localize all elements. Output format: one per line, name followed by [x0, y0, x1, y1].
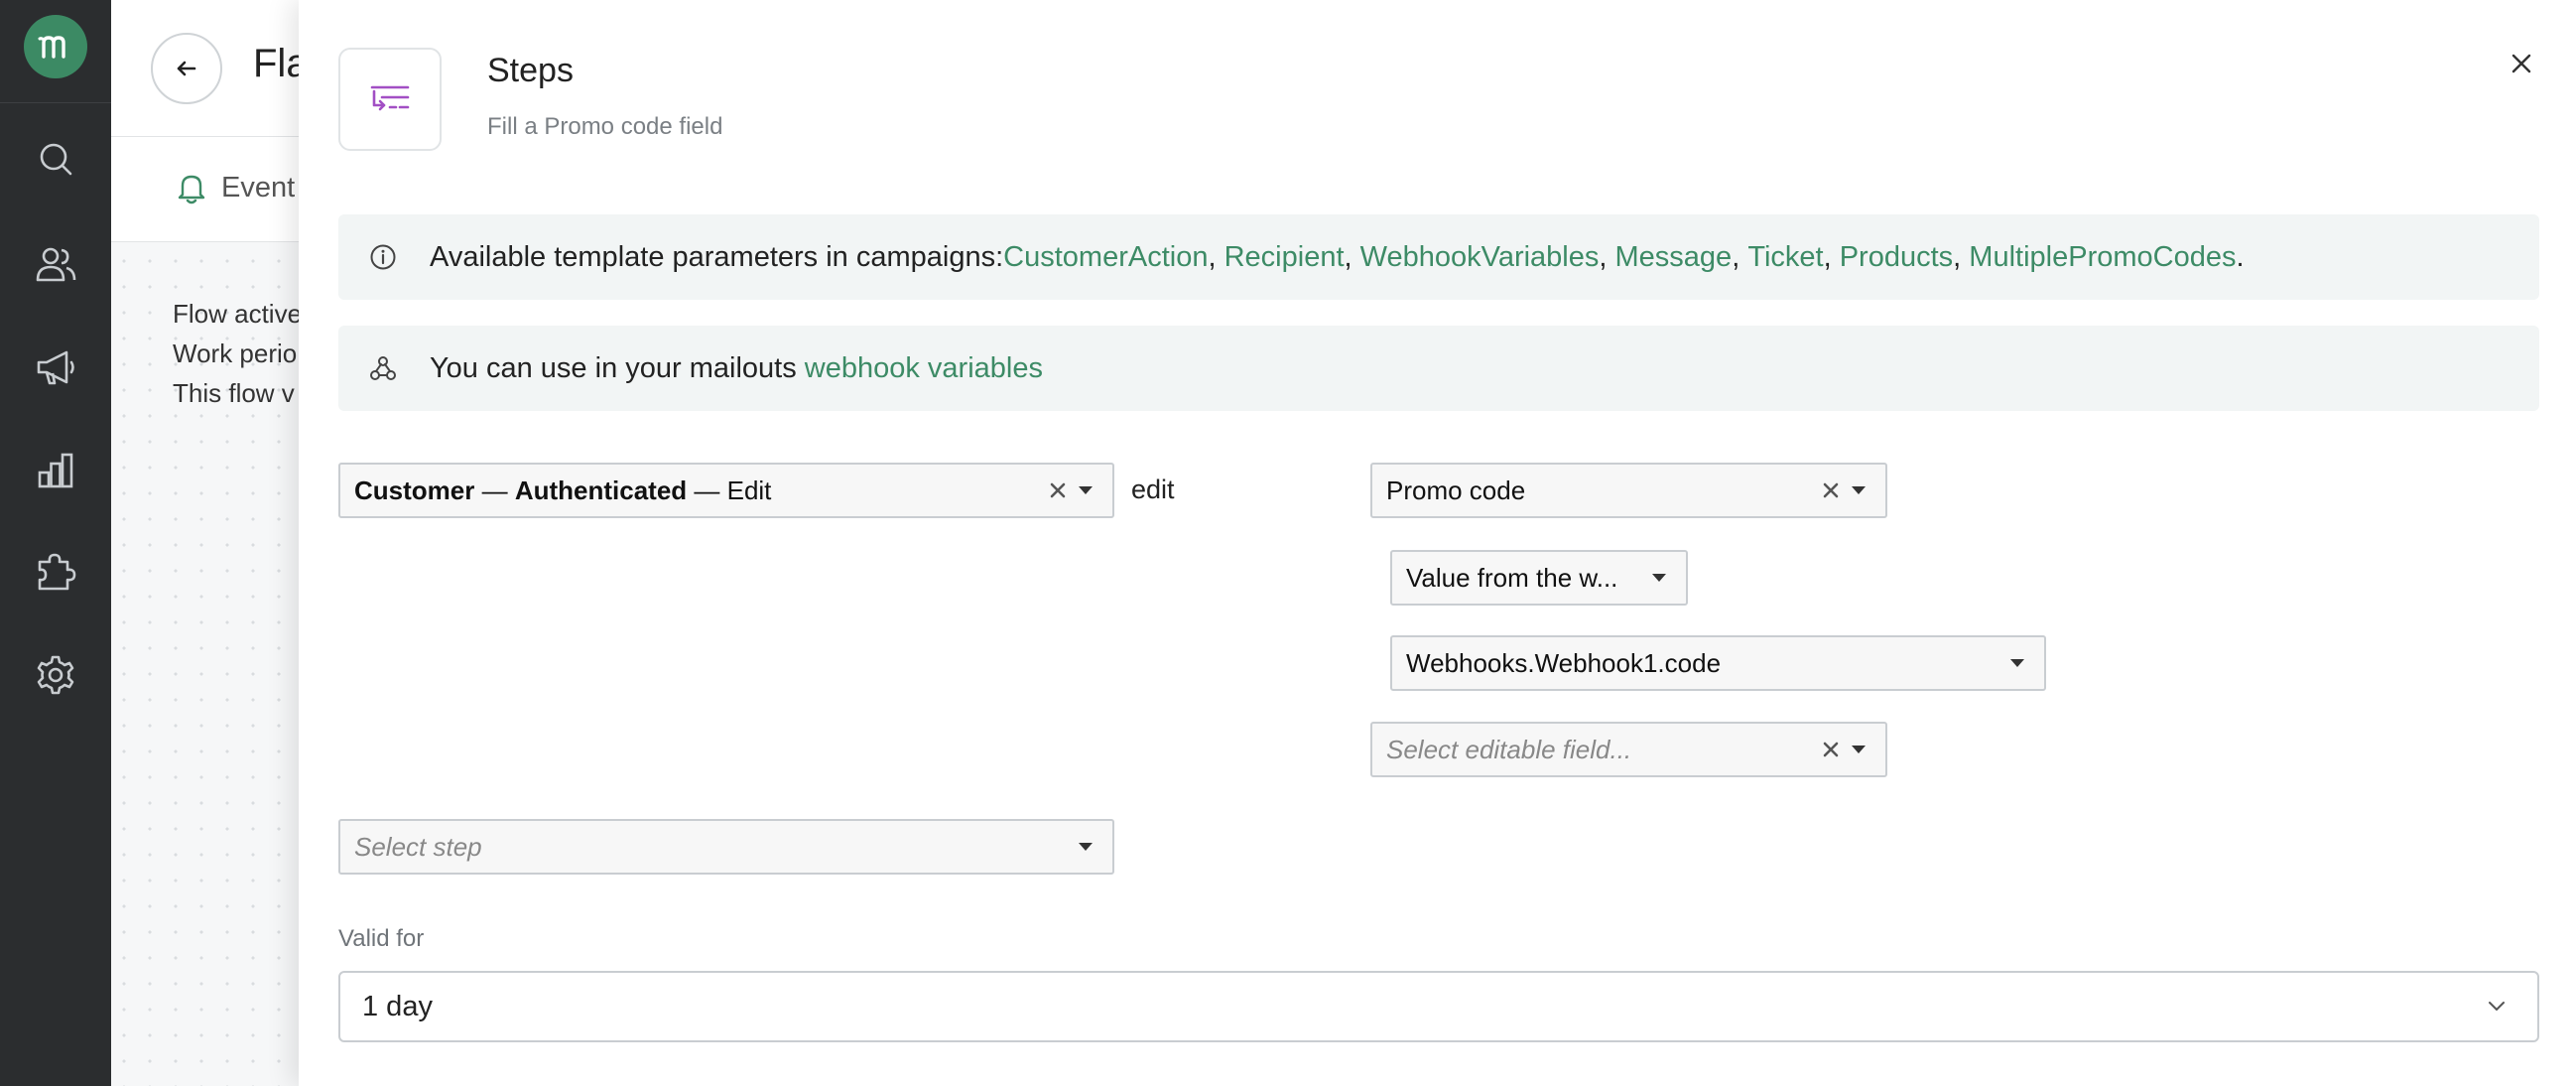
param-link-products[interactable]: Products — [1840, 241, 1953, 274]
rail-divider — [0, 102, 111, 103]
caret-down-icon — [1079, 843, 1093, 851]
steps-drawer: Steps Fill a Promo code field Available … — [299, 0, 2576, 1086]
gear-icon[interactable] — [32, 651, 79, 699]
back-button[interactable] — [151, 33, 222, 104]
notice-webhook-text: You can use in your mailouts — [430, 351, 797, 384]
clear-icon[interactable] — [1820, 479, 1842, 501]
caret-down-icon — [1079, 486, 1093, 494]
editable-field-placeholder: Select editable field... — [1386, 734, 1632, 764]
puzzle-icon[interactable] — [32, 548, 79, 596]
notice-params-text: Available template parameters in campaig… — [430, 240, 1004, 273]
param-link-multiplepromocodes[interactable]: MultiplePromoCodes — [1969, 241, 2236, 274]
drawer-title: Steps — [487, 52, 574, 89]
chevron-down-icon — [2482, 992, 2512, 1021]
value-source-value: Value from the w... — [1406, 562, 1618, 593]
arrow-left-icon — [177, 61, 196, 76]
webhook-variables-notice: You can use in your mailouts webhook var… — [338, 326, 2539, 411]
entity-action-select[interactable]: Customer — Authenticated — Edit — [338, 463, 1114, 518]
search-icon[interactable] — [32, 135, 79, 183]
param-link-customeraction[interactable]: CustomerAction — [1003, 241, 1208, 274]
comma: , — [1823, 240, 1840, 273]
clear-icon[interactable] — [1820, 739, 1842, 760]
comma: , — [1344, 240, 1360, 273]
close-icon — [2512, 54, 2531, 73]
template-params-notice: Available template parameters in campaig… — [338, 214, 2539, 300]
comma: , — [1953, 240, 1970, 273]
valid-for-label: Valid for — [338, 925, 425, 952]
fill-field-step-icon — [370, 85, 410, 111]
bell-icon — [178, 175, 205, 204]
logo-m-glyph — [38, 36, 65, 59]
entity-action-value: Customer — Authenticated — Edit — [340, 475, 1047, 506]
field-select-value: Promo code — [1386, 475, 1526, 505]
caret-down-icon — [1852, 486, 1866, 494]
step-placeholder: Select step — [354, 831, 482, 862]
webhook-value-select[interactable]: Webhooks.Webhook1.code — [1390, 635, 2046, 691]
webhook-icon — [368, 353, 398, 383]
entity-name: Customer — [354, 475, 475, 505]
param-link-message[interactable]: Message — [1615, 241, 1733, 274]
field-select[interactable]: Promo code — [1370, 463, 1887, 518]
info-icon — [368, 242, 398, 272]
megaphone-icon[interactable] — [32, 343, 79, 391]
editable-field-select[interactable]: Select editable field... — [1370, 722, 1887, 777]
close-button[interactable] — [2502, 44, 2541, 83]
flow-info-line: Flow active — [173, 299, 303, 329]
comma: , — [1732, 240, 1748, 273]
flow-info-line: This flow v — [173, 378, 295, 408]
drawer-subtitle: Fill a Promo code field — [487, 113, 723, 140]
param-link-webhookvariables[interactable]: WebhookVariables — [1360, 241, 1600, 274]
valid-for-value: 1 day — [362, 990, 433, 1022]
comma: , — [1208, 240, 1224, 273]
analytics-icon[interactable] — [32, 447, 79, 494]
caret-down-icon — [2010, 659, 2024, 667]
clear-icon[interactable] — [1047, 479, 1069, 501]
flow-info-line: Work perio — [173, 339, 298, 368]
caret-down-icon — [1652, 574, 1666, 582]
webhook-value: Webhooks.Webhook1.code — [1406, 647, 1722, 678]
step-type-badge — [338, 48, 442, 151]
flow-info: Flow active Work perio This flow v — [173, 294, 302, 413]
brand-logo-icon[interactable] — [24, 15, 87, 78]
users-icon[interactable] — [32, 240, 79, 288]
entity-operation: — Edit — [687, 475, 772, 505]
param-link-recipient[interactable]: Recipient — [1224, 241, 1345, 274]
notice-params-suffix: . — [2236, 240, 2245, 273]
comma: , — [1599, 240, 1615, 273]
next-step-select[interactable]: Select step — [338, 819, 1114, 875]
value-source-select[interactable]: Value from the w... — [1390, 550, 1688, 606]
param-link-ticket[interactable]: Ticket — [1747, 241, 1823, 274]
entity-sep: — — [474, 475, 515, 505]
caret-down-icon — [1852, 746, 1866, 753]
tab-events[interactable]: Event — [176, 171, 295, 204]
entity-state: Authenticated — [514, 475, 688, 505]
valid-for-select[interactable]: 1 day — [338, 971, 2539, 1042]
webhook-variables-link[interactable]: webhook variables — [805, 352, 1043, 385]
edit-label: edit — [1131, 475, 1175, 504]
tab-events-label: Event — [221, 171, 296, 204]
nav-rail — [0, 0, 111, 1086]
